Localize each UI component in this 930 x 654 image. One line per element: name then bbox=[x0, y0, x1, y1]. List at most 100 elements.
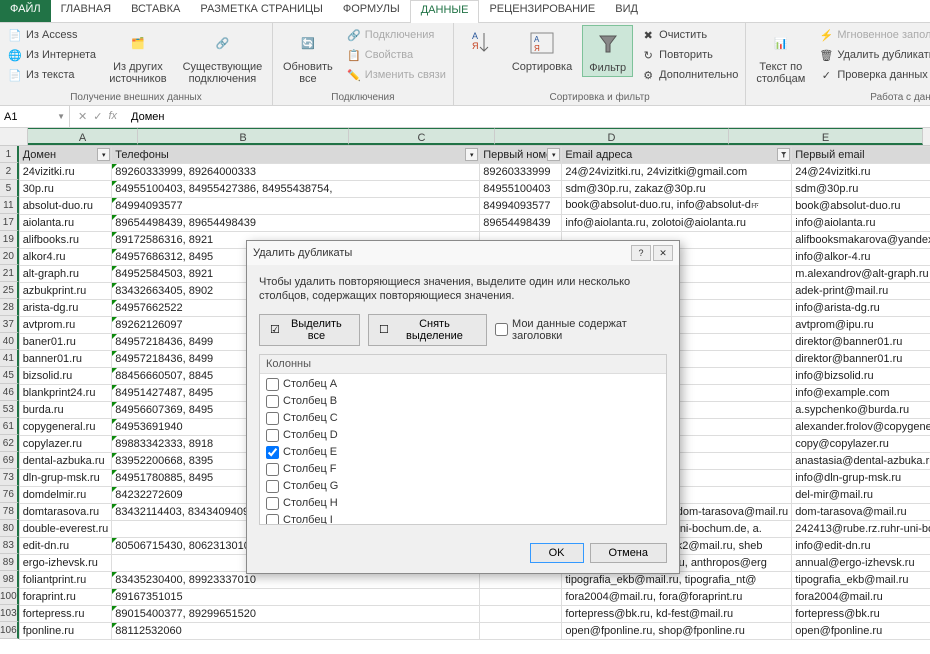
filter-button[interactable]: Фильтр bbox=[582, 25, 633, 77]
column-checkbox-item[interactable]: Столбец F bbox=[262, 461, 664, 478]
cell[interactable]: info@example.com bbox=[792, 385, 930, 402]
cell[interactable] bbox=[480, 589, 562, 606]
cell[interactable]: foliantprint.ru bbox=[19, 572, 112, 589]
cell[interactable]: book@absolut-duo.ru bbox=[792, 198, 930, 215]
col-header-E[interactable]: E bbox=[729, 128, 923, 145]
row-header[interactable]: 25 bbox=[0, 282, 19, 299]
cell[interactable]: 83435230400, 89923337010 bbox=[112, 572, 480, 589]
cell[interactable]: edit-dn.ru bbox=[19, 538, 112, 555]
row-header[interactable]: 19 bbox=[0, 231, 19, 248]
cell[interactable]: foraprint.ru bbox=[19, 589, 112, 606]
cell[interactable]: dental-azbuka.ru bbox=[19, 453, 112, 470]
table-header-cell[interactable]: Email адреса bbox=[562, 147, 792, 164]
row-header[interactable]: 103 bbox=[0, 605, 19, 622]
cell[interactable]: alkor4.ru bbox=[19, 249, 112, 266]
table-header-cell[interactable]: Первый email▾ bbox=[792, 147, 930, 164]
cell[interactable]: annual@ergo-izhevsk.ru bbox=[792, 555, 930, 572]
advanced-filter-button[interactable]: ⚙Дополнительно bbox=[637, 65, 741, 85]
cell[interactable]: 89260333999, 89264000333 bbox=[112, 164, 480, 181]
cell[interactable]: a.sypchenko@burda.ru bbox=[792, 402, 930, 419]
cell[interactable]: domtarasova.ru bbox=[19, 504, 112, 521]
cell[interactable]: info@dln-grup-msk.ru bbox=[792, 470, 930, 487]
column-checkbox-item[interactable]: Столбец B bbox=[262, 393, 664, 410]
fx-icon[interactable]: fx bbox=[108, 110, 117, 123]
properties-button[interactable]: 📋Свойства bbox=[343, 45, 449, 65]
cell[interactable]: 242413@rube.rz.ruhr-uni-bochum.de bbox=[792, 521, 930, 538]
column-checkbox-item[interactable]: Столбец H bbox=[262, 495, 664, 512]
cell[interactable]: 30p.ru bbox=[19, 181, 112, 198]
tab-file[interactable]: ФАЙЛ bbox=[0, 0, 51, 22]
row-header[interactable]: 73 bbox=[0, 469, 19, 486]
cell[interactable]: fponline.ru bbox=[19, 623, 112, 640]
cell[interactable]: 84955100403 bbox=[480, 181, 562, 198]
cell[interactable]: alt-graph.ru bbox=[19, 266, 112, 283]
cell[interactable]: info@alkor-4.ru bbox=[792, 249, 930, 266]
cell[interactable]: sdm@30p.ru, zakaz@30p.ru bbox=[562, 181, 792, 198]
cell[interactable]: bizsolid.ru bbox=[19, 368, 112, 385]
cell[interactable]: double-everest.ru bbox=[19, 521, 112, 538]
tab-review[interactable]: РЕЦЕНЗИРОВАНИЕ bbox=[479, 0, 605, 22]
cell[interactable]: domdelmir.ru bbox=[19, 487, 112, 504]
sort-button[interactable]: АЯСортировка bbox=[506, 25, 578, 75]
flash-fill-button[interactable]: ⚡Мгновенное заполнение bbox=[815, 25, 930, 45]
table-header-cell[interactable]: Первый номер▾ bbox=[480, 147, 562, 164]
cell[interactable]: 89015400377, 89299651520 bbox=[112, 606, 480, 623]
refresh-all-button[interactable]: 🔄Обновить все bbox=[277, 25, 339, 87]
cell[interactable]: direktor@banner01.ru bbox=[792, 334, 930, 351]
cell[interactable]: anastasia@dental-azbuka.ru bbox=[792, 453, 930, 470]
tab-data[interactable]: ДАННЫЕ bbox=[410, 0, 480, 23]
tab-layout[interactable]: РАЗМЕТКА СТРАНИЦЫ bbox=[190, 0, 332, 22]
from-other-button[interactable]: 🗂️Из других источников bbox=[103, 25, 173, 87]
cancel-edit-icon[interactable]: ✕ bbox=[78, 110, 87, 123]
cell[interactable]: info@bizsolid.ru bbox=[792, 368, 930, 385]
cell[interactable]: alifbooksmakarova@yandex.ru bbox=[792, 232, 930, 249]
cell[interactable]: tipografia_ekb@mail.ru, tipografia_nt@ bbox=[562, 572, 792, 589]
reapply-button[interactable]: ↻Повторить bbox=[637, 45, 741, 65]
row-header[interactable]: 98 bbox=[0, 571, 19, 588]
row-header[interactable]: 106 bbox=[0, 622, 19, 639]
cell[interactable]: aiolanta.ru bbox=[19, 215, 112, 232]
row-header[interactable]: 17 bbox=[0, 214, 19, 231]
cell[interactable] bbox=[480, 572, 562, 589]
cell[interactable]: 88112532060 bbox=[112, 623, 480, 640]
cell[interactable]: alifbooks.ru bbox=[19, 232, 112, 249]
cancel-button[interactable]: Отмена bbox=[590, 543, 667, 563]
column-checkbox-item[interactable]: Столбец E bbox=[262, 444, 664, 461]
row-header[interactable]: 46 bbox=[0, 384, 19, 401]
cell[interactable]: 89654498439 bbox=[480, 215, 562, 232]
cell[interactable]: dln-grup-msk.ru bbox=[19, 470, 112, 487]
row-header[interactable]: 61 bbox=[0, 418, 19, 435]
cell[interactable]: book@absolut-duo.ru, info@absolut-dஈ bbox=[562, 198, 792, 215]
cell[interactable]: 24@24vizitki.ru bbox=[792, 164, 930, 181]
row-header[interactable]: 80 bbox=[0, 520, 19, 537]
accept-edit-icon[interactable]: ✓ bbox=[93, 110, 102, 123]
row-header[interactable]: 76 bbox=[0, 486, 19, 503]
cell[interactable]: open@fponline.ru, shop@fponline.ru bbox=[562, 623, 792, 640]
clear-filter-button[interactable]: ✖Очистить bbox=[637, 25, 741, 45]
from-text-button[interactable]: 📄Из текста bbox=[4, 65, 99, 85]
cell[interactable]: blankprint24.ru bbox=[19, 385, 112, 402]
filter-dropdown-icon[interactable]: ▾ bbox=[97, 148, 110, 161]
row-header[interactable]: 53 bbox=[0, 401, 19, 418]
cell[interactable]: 84994093577 bbox=[480, 198, 562, 215]
cell[interactable]: 89260333999 bbox=[480, 164, 562, 181]
existing-conn-button[interactable]: 🔗Существующие подключения bbox=[177, 25, 268, 87]
cell[interactable]: copygeneral.ru bbox=[19, 419, 112, 436]
cell[interactable] bbox=[480, 606, 562, 623]
row-header[interactable]: 83 bbox=[0, 537, 19, 554]
cell[interactable]: burda.ru bbox=[19, 402, 112, 419]
has-headers-checkbox[interactable]: Мои данные содержат заголовки bbox=[495, 318, 667, 342]
deselect-all-button[interactable]: ☐Снять выделение bbox=[368, 314, 487, 346]
row-header[interactable]: 62 bbox=[0, 435, 19, 452]
column-checkbox-item[interactable]: Столбец G bbox=[262, 478, 664, 495]
cell[interactable]: tipografia_ekb@mail.ru bbox=[792, 572, 930, 589]
cell[interactable]: azbukprint.ru bbox=[19, 283, 112, 300]
filter-dropdown-icon[interactable] bbox=[777, 148, 790, 161]
cell[interactable]: fortepress.ru bbox=[19, 606, 112, 623]
row-header[interactable]: 40 bbox=[0, 333, 19, 350]
cell[interactable]: adek-print@mail.ru bbox=[792, 283, 930, 300]
cell[interactable]: fora2004@mail.ru bbox=[792, 589, 930, 606]
connections-button[interactable]: 🔗Подключения bbox=[343, 25, 449, 45]
row-header[interactable]: 5 bbox=[0, 180, 19, 197]
formula-input[interactable]: Домен bbox=[125, 111, 930, 123]
